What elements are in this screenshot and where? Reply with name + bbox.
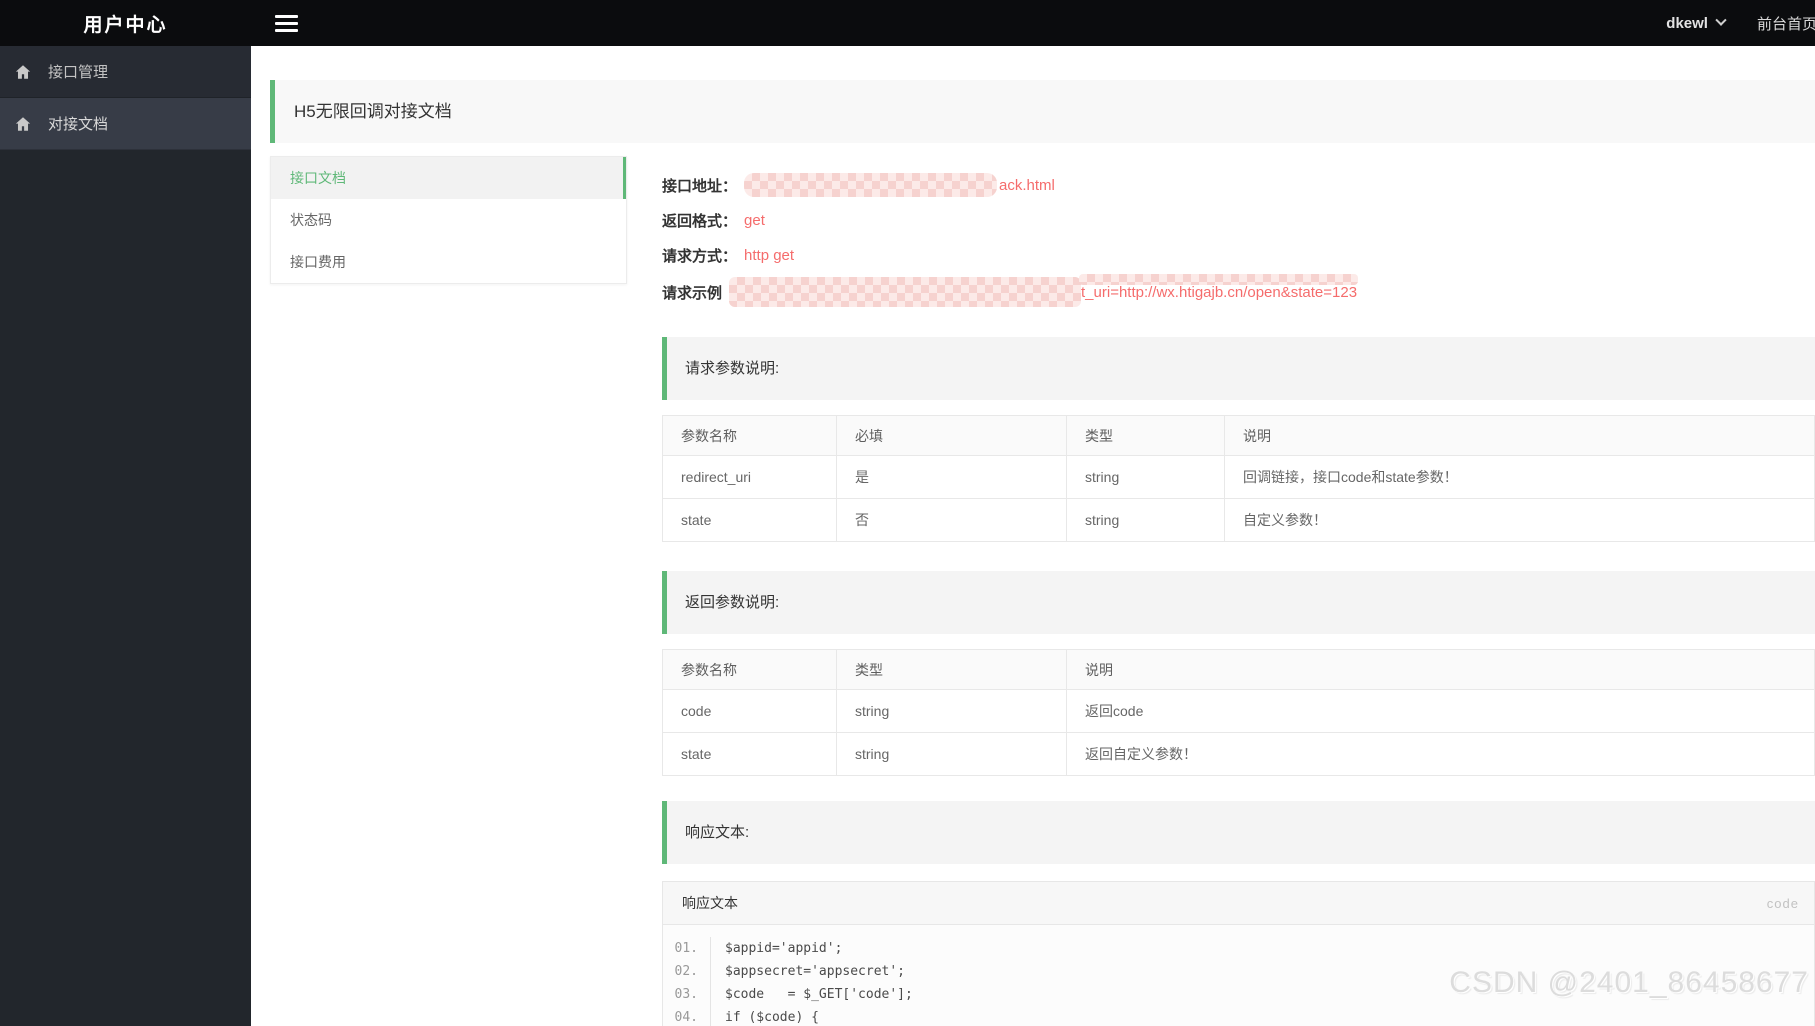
return-format-line: 返回格式： get (662, 207, 1815, 233)
api-address-line: 接口地址： ack.html (662, 172, 1815, 198)
code-block-header: 响应文本 code (663, 882, 1814, 925)
redacted-mosaic (729, 277, 1082, 307)
line-text: $appsecret='appsecret'; (725, 964, 906, 979)
code-body: 01. $appid='appid'; 02. $appsecret='apps… (663, 925, 1814, 1026)
home-icon (14, 63, 32, 81)
cell-param-name: state (662, 732, 837, 776)
cell-description: 返回code (1066, 689, 1815, 733)
col-param-name: 参数名称 (662, 649, 837, 690)
hamburger-menu-icon[interactable] (275, 11, 298, 36)
request-example-visible-text: t_uri=http://wx.htigajb.cn/open&state=12… (1081, 283, 1358, 301)
line-number: 03. (663, 983, 711, 1006)
section-response-text: 响应文本: (662, 801, 1815, 864)
request-example-label: 请求示例 (662, 284, 723, 302)
username: dkewl (1666, 14, 1708, 32)
subnav-item-api-doc[interactable]: 接口文档 (271, 157, 626, 199)
response-code-block: 响应文本 code 01. $appid='appid'; 02. $appse… (662, 881, 1815, 1026)
cell-required: 是 (836, 455, 1067, 499)
api-address-visible-text: ack.html (999, 176, 1055, 194)
cell-description: 回调链接，接口code和state参数！ (1224, 455, 1815, 499)
section-request-params: 请求参数说明: (662, 337, 1815, 400)
return-format-label: 返回格式： (662, 212, 738, 230)
sidebar: 接口管理 对接文档 (0, 46, 251, 1026)
app-title: 用户中心 (83, 14, 168, 36)
cell-param-name: redirect_uri (662, 455, 837, 499)
code-line: 02. $appsecret='appsecret'; (663, 960, 1814, 983)
sidebar-item-label: 接口管理 (48, 64, 109, 81)
col-param-name: 参数名称 (662, 415, 837, 456)
request-method-line: 请求方式： http get (662, 242, 1815, 268)
col-type: 类型 (836, 649, 1067, 690)
subnav-item-api-fees[interactable]: 接口费用 (271, 241, 626, 283)
col-required: 必填 (836, 415, 1067, 456)
table-row: redirect_uri 是 string 回调链接，接口code和state参… (662, 455, 1815, 499)
topbar: 用户中心 dkewl 前台首页 (0, 0, 1815, 46)
main-content: H5无限回调对接文档 接口文档 状态码 接口费用 接口地址： ack.html … (251, 46, 1815, 1026)
sidebar-item-api-management[interactable]: 接口管理 (0, 46, 251, 98)
subnav-item-status-codes[interactable]: 状态码 (271, 199, 626, 241)
code-line: 03. $code = $_GET['code']; (663, 983, 1814, 1006)
cell-param-name: code (662, 689, 837, 733)
code-line: 01. $appid='appid'; (663, 937, 1814, 960)
table-header-row: 参数名称 必填 类型 说明 (662, 415, 1815, 456)
table-row: code string 返回code (662, 689, 1815, 733)
cell-type: string (836, 732, 1067, 776)
sidebar-item-label: 对接文档 (48, 116, 109, 133)
line-number: 01. (663, 937, 711, 960)
cell-type: string (1066, 498, 1225, 542)
page-title: H5无限回调对接文档 (270, 80, 1815, 143)
doc-subnav: 接口文档 状态码 接口费用 (270, 156, 627, 284)
col-description: 说明 (1224, 415, 1815, 456)
user-dropdown[interactable]: dkewl (1666, 14, 1727, 32)
cell-required: 否 (836, 498, 1067, 542)
sidebar-item-docs[interactable]: 对接文档 (0, 98, 251, 150)
col-type: 类型 (1066, 415, 1225, 456)
line-number: 04. (663, 1006, 711, 1026)
cell-type: string (1066, 455, 1225, 499)
chevron-down-icon (1715, 14, 1727, 26)
redacted-mosaic (744, 173, 998, 197)
table-row: state string 返回自定义参数！ (662, 732, 1815, 776)
code-lang-badge: code (1766, 895, 1799, 911)
request-params-table: 参数名称 必填 类型 说明 redirect_uri 是 string 回调链接… (662, 415, 1815, 542)
request-method-label: 请求方式： (662, 247, 738, 265)
line-text: $code = $_GET['code']; (725, 987, 913, 1002)
front-home-link[interactable]: 前台首页 (1757, 13, 1815, 34)
code-block-title: 响应文本 (682, 895, 738, 911)
cell-type: string (836, 689, 1067, 733)
line-text: $appid='appid'; (725, 941, 843, 956)
col-description: 说明 (1066, 649, 1815, 690)
line-text: if ($code) { (725, 1010, 819, 1025)
response-params-table: 参数名称 类型 说明 code string 返回code state stri… (662, 649, 1815, 776)
request-method-value: http get (744, 246, 795, 264)
line-number: 02. (663, 960, 711, 983)
request-example-line: 请求示例 t_uri=http://wx.htigajb.cn/open&sta… (662, 273, 1815, 307)
code-line: 04. if ($code) { (663, 1006, 1814, 1026)
table-header-row: 参数名称 类型 说明 (662, 649, 1815, 690)
cell-param-name: state (662, 498, 837, 542)
cell-description: 返回自定义参数！ (1066, 732, 1815, 776)
home-icon (14, 115, 32, 133)
cell-description: 自定义参数！ (1224, 498, 1815, 542)
section-response-params: 返回参数说明: (662, 571, 1815, 634)
table-row: state 否 string 自定义参数！ (662, 498, 1815, 542)
return-format-value: get (744, 211, 765, 229)
redacted-mosaic (1079, 273, 1358, 285)
api-address-label: 接口地址： (662, 177, 738, 195)
